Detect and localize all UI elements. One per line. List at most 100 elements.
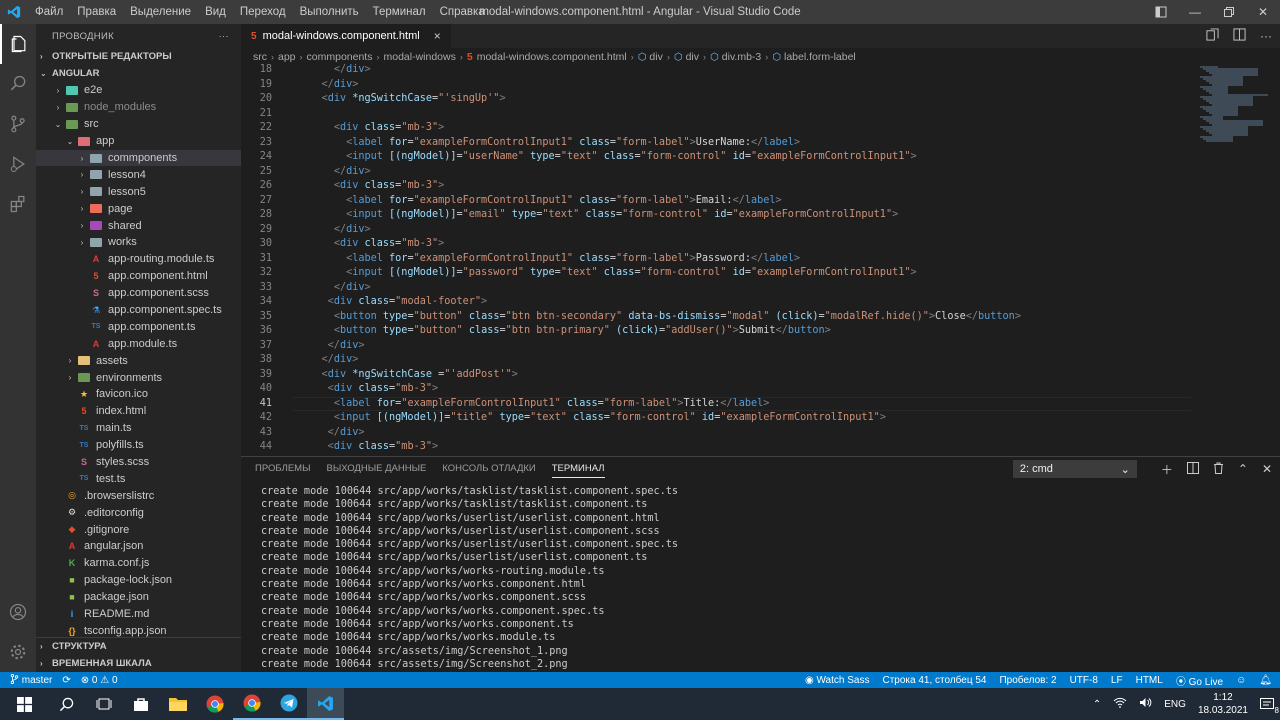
breadcrumb-item[interactable]: app xyxy=(278,51,296,63)
menu-item[interactable]: Справка xyxy=(433,0,492,24)
project-section[interactable]: ⌄ ANGULAR xyxy=(36,65,241,82)
split-terminal-icon[interactable] xyxy=(1186,461,1199,477)
folder-item[interactable]: ⌄ src xyxy=(36,116,241,133)
file-item[interactable]: ★ favicon.ico xyxy=(36,386,241,403)
file-item[interactable]: Kkarma.conf.js xyxy=(36,555,241,572)
windows-start-icon[interactable] xyxy=(0,688,48,720)
minimap[interactable] xyxy=(1196,66,1268,456)
run-debug-icon[interactable] xyxy=(0,144,36,184)
sync-icon[interactable]: ⟳ xyxy=(62,675,70,686)
tab-modal-windows-component-html[interactable]: 5 modal-windows.component.html × xyxy=(241,24,451,48)
breadcrumb-item[interactable]: label.form-label xyxy=(784,51,856,63)
layout-icon[interactable] xyxy=(1144,0,1178,24)
eol[interactable]: LF xyxy=(1111,675,1123,686)
source-control-icon[interactable] xyxy=(0,104,36,144)
file-item[interactable]: i README.md xyxy=(36,606,241,623)
menu-item[interactable]: Выполнить xyxy=(293,0,366,24)
open-editors-section[interactable]: › ОТКРЫТЫЕ РЕДАКТОРЫ xyxy=(36,48,241,65)
branch-indicator[interactable]: master xyxy=(10,674,52,686)
chevron-up-icon[interactable]: ⌃ xyxy=(1093,699,1101,710)
notifications-icon[interactable]: 8 xyxy=(1260,697,1279,715)
menu-item[interactable]: Файл xyxy=(28,0,70,24)
indentation[interactable]: Пробелов: 2 xyxy=(999,675,1056,686)
file-item[interactable]: ■ package.json xyxy=(36,589,241,606)
input-language[interactable]: ENG xyxy=(1164,699,1186,710)
file-item[interactable]: TS main.ts xyxy=(36,420,241,437)
volume-icon[interactable] xyxy=(1139,697,1152,711)
file-item[interactable]: ◆ .gitignore xyxy=(36,521,241,538)
split-editor-icon[interactable] xyxy=(1233,28,1246,44)
settings-gear-icon[interactable] xyxy=(0,632,36,672)
explorer-icon[interactable] xyxy=(0,24,36,64)
breadcrumb-item[interactable]: modal-windows xyxy=(383,51,455,63)
breadcrumb-item[interactable]: src xyxy=(253,51,267,63)
breadcrumb-item[interactable]: div xyxy=(649,51,662,63)
folder-item[interactable]: › e2e xyxy=(36,82,241,99)
editor-scrollbar[interactable] xyxy=(1270,66,1280,456)
folder-item[interactable]: › assets xyxy=(36,352,241,369)
breadcrumb-item[interactable]: div.mb-3 xyxy=(722,51,761,63)
folder-item[interactable]: › commponents xyxy=(36,149,241,167)
panel-tab[interactable]: ПРОБЛЕМЫ xyxy=(255,463,310,474)
close-window-button[interactable]: ✕ xyxy=(1246,0,1280,24)
file-item[interactable]: TS test.ts xyxy=(36,470,241,487)
panel-tab[interactable]: ТЕРМИНАЛ xyxy=(551,463,605,478)
close-tab-button[interactable]: × xyxy=(434,29,441,43)
folder-item[interactable]: › lesson5 xyxy=(36,183,241,200)
terminal-select[interactable]: 2: cmd ⌄ xyxy=(1012,460,1137,478)
file-item[interactable]: TS app.component.ts xyxy=(36,318,241,335)
new-terminal-icon[interactable]: ＋ xyxy=(1161,461,1173,478)
more-actions-button[interactable]: ··· xyxy=(219,31,229,42)
task-view-icon[interactable] xyxy=(85,688,122,720)
folder-item[interactable]: › shared xyxy=(36,217,241,234)
outline-section[interactable]: › СТРУКТУРА xyxy=(36,638,241,655)
extensions-icon[interactable] xyxy=(0,184,36,224)
file-item[interactable]: Aangular.json xyxy=(36,538,241,555)
menu-item[interactable]: Вид xyxy=(198,0,233,24)
language-mode[interactable]: HTML xyxy=(1136,675,1163,686)
folder-item[interactable]: › environments xyxy=(36,369,241,386)
file-item[interactable]: ◎ .browserslistrc xyxy=(36,487,241,504)
menu-item[interactable]: Переход xyxy=(233,0,293,24)
folder-item[interactable]: › works xyxy=(36,234,241,251)
trash-icon[interactable] xyxy=(1213,462,1224,477)
account-icon[interactable] xyxy=(0,592,36,632)
breadcrumb-item[interactable]: commponents xyxy=(307,51,373,63)
close-panel-icon[interactable]: ✕ xyxy=(1262,462,1272,476)
folder-item[interactable]: › lesson4 xyxy=(36,166,241,183)
watch-sass-button[interactable]: ◉ Watch Sass xyxy=(805,675,870,686)
search-icon[interactable] xyxy=(0,64,36,104)
minimize-button[interactable]: — xyxy=(1178,0,1212,24)
breadcrumb-item[interactable]: modal-windows.component.html xyxy=(477,51,627,63)
feedback-icon[interactable]: ☺ xyxy=(1236,675,1246,686)
terminal-output[interactable]: create mode 100644 src/app/works/tasklis… xyxy=(261,485,678,671)
maximize-panel-icon[interactable]: ⌃ xyxy=(1238,462,1248,476)
folder-item[interactable]: ⌄ app xyxy=(36,133,241,150)
chrome-icon[interactable] xyxy=(233,688,270,720)
menu-item[interactable]: Правка xyxy=(70,0,123,24)
breadcrumb-item[interactable]: div xyxy=(686,51,699,63)
file-item[interactable]: TS polyfills.ts xyxy=(36,437,241,454)
panel-tab[interactable]: ВЫХОДНЫЕ ДАННЫЕ xyxy=(326,463,426,474)
more-actions-icon[interactable]: ··· xyxy=(1260,29,1272,43)
clock[interactable]: 1:12 18.03.2021 xyxy=(1198,691,1248,717)
menu-item[interactable]: Терминал xyxy=(366,0,433,24)
folder-item[interactable]: › node_modules xyxy=(36,99,241,116)
go-live-button[interactable]: ⦿ Go Live xyxy=(1176,673,1223,688)
file-explorer-icon[interactable] xyxy=(159,688,196,720)
code-editor[interactable]: 18 </div> 19 </div> 20 <div *ngSwitchCase=… xyxy=(241,63,1191,453)
file-item[interactable]: 5 index.html xyxy=(36,403,241,420)
problems-indicator[interactable]: ⊗ 0 ⚠ 0 xyxy=(81,675,118,686)
file-item[interactable]: Sstyles.scss xyxy=(36,454,241,471)
store-icon[interactable] xyxy=(122,688,159,720)
file-item[interactable]: ⚙ .editorconfig xyxy=(36,504,241,521)
cursor-position[interactable]: Строка 41, столбец 54 xyxy=(882,675,986,686)
encoding[interactable]: UTF-8 xyxy=(1070,675,1098,686)
panel-tab[interactable]: КОНСОЛЬ ОТЛАДКИ xyxy=(442,463,535,474)
open-changes-icon[interactable] xyxy=(1206,28,1219,44)
file-item[interactable]: Sapp.component.scss xyxy=(36,285,241,302)
menu-item[interactable]: Выделение xyxy=(123,0,198,24)
file-item[interactable]: Aapp.module.ts xyxy=(36,335,241,352)
network-icon[interactable] xyxy=(1113,697,1127,711)
file-item[interactable]: Aapp-routing.module.ts xyxy=(36,251,241,268)
